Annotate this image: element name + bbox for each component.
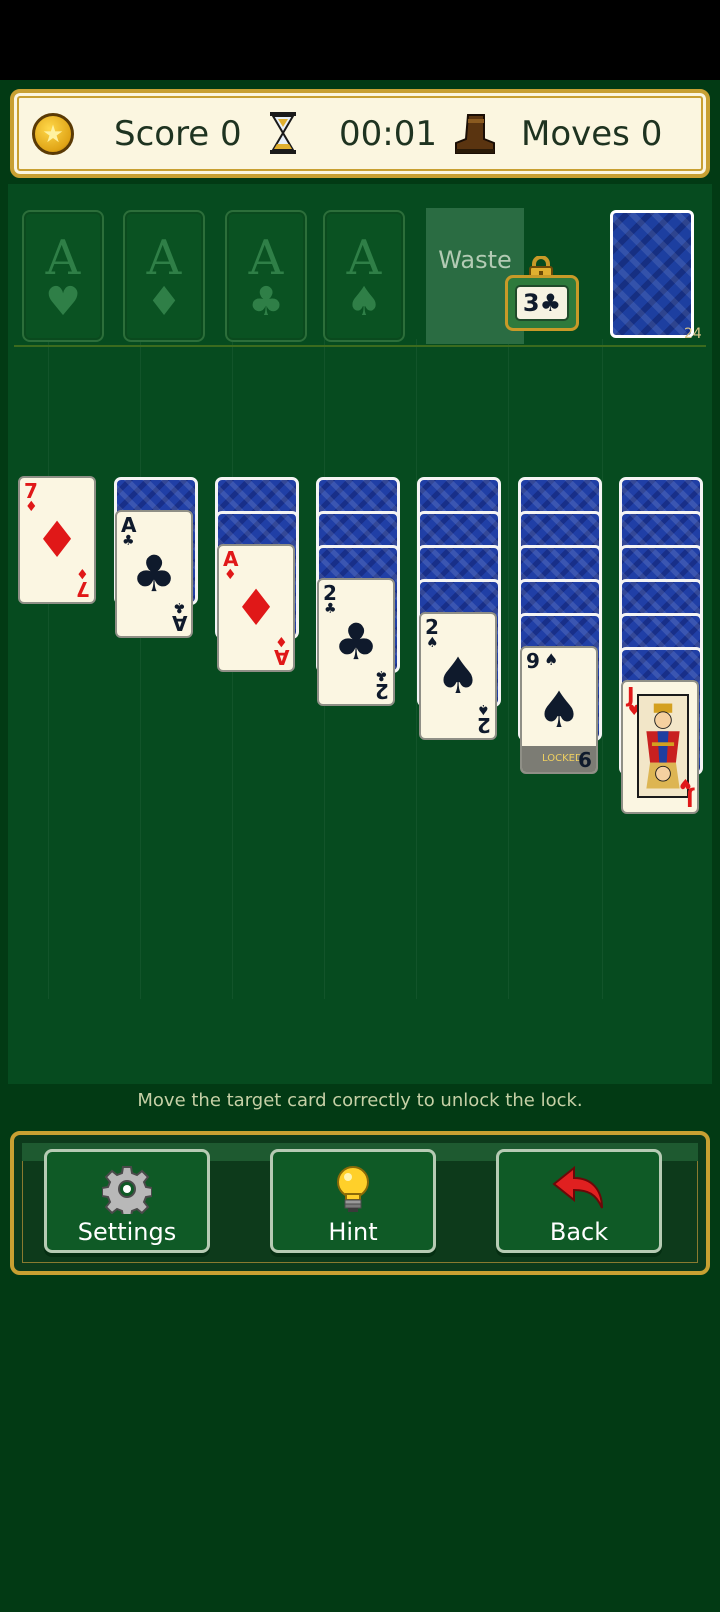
- boot-icon: [455, 114, 495, 154]
- club-icon: ♣: [248, 279, 284, 325]
- heart-icon: ♥: [45, 279, 81, 325]
- foundation-hearts[interactable]: A ♥: [22, 210, 104, 342]
- diamond-icon: ♦: [146, 279, 182, 325]
- undo-arrow-icon: [552, 1165, 603, 1209]
- diamond-icon: ♦: [233, 579, 279, 637]
- settings-label: Settings: [77, 1218, 177, 1246]
- spade-icon: ♠: [435, 647, 481, 705]
- bottom-toolbar: Settings Hint Back: [10, 1131, 710, 1275]
- foundation-letter: A: [346, 230, 382, 286]
- lightbulb-icon: [337, 1166, 369, 1212]
- foundation-letter: A: [248, 230, 284, 286]
- gear-icon: [102, 1166, 152, 1214]
- score-header: ★ Score 0 00:01 Moves 0: [10, 89, 710, 178]
- tableau-card-2-spades[interactable]: 2 ♠ ♠ ♠ 2: [419, 612, 497, 740]
- foundation-letter: A: [146, 230, 182, 286]
- moves-label: Moves 0: [521, 113, 663, 154]
- tableau-card-ace-clubs[interactable]: A ♣ ♣ ♣ A: [115, 510, 193, 638]
- card-rank: 9: [578, 747, 592, 771]
- spade-icon: ♠: [536, 681, 582, 739]
- club-icon: ♣: [333, 613, 379, 671]
- settings-button[interactable]: Settings: [44, 1149, 210, 1253]
- hourglass-icon: [270, 112, 296, 154]
- card-rank: A: [273, 645, 289, 669]
- card-rank: 7: [76, 577, 90, 601]
- tableau-card-ace-diamonds[interactable]: A ♦ ♦ ♦ A: [217, 544, 295, 672]
- spade-icon: ♠: [544, 650, 559, 669]
- card-rank: 2: [477, 713, 491, 737]
- timer-label: 00:01: [339, 113, 437, 154]
- coin-star-icon: ★: [32, 113, 74, 155]
- foundation-letter: A: [45, 230, 81, 286]
- foundation-spades[interactable]: A ♠: [323, 210, 405, 342]
- club-icon: ♣: [131, 545, 177, 603]
- diamond-icon: ♦: [34, 511, 80, 569]
- spade-icon: ♠: [346, 279, 382, 325]
- hint-button[interactable]: Hint: [270, 1149, 436, 1253]
- tableau-card-7-diamonds[interactable]: 7 ♦ ♦ ♦ 7: [18, 476, 96, 604]
- card-rank: A: [171, 611, 187, 635]
- card-rank: 9: [526, 649, 540, 673]
- foundation-diamonds[interactable]: A ♦: [123, 210, 205, 342]
- status-bar: [0, 0, 720, 80]
- score-label: Score 0: [114, 113, 242, 154]
- back-button[interactable]: Back: [496, 1149, 662, 1253]
- divider: [14, 345, 706, 347]
- back-label: Back: [549, 1218, 609, 1246]
- card-rank: J: [685, 787, 693, 811]
- tableau-card-jack-hearts[interactable]: J ♥ ♥ J: [621, 680, 699, 814]
- lock-instruction-text: Move the target card correctly to unlock…: [137, 1090, 583, 1111]
- lock-target-badge: 3♣: [505, 275, 579, 331]
- lock-target-card: 3♣: [515, 285, 569, 321]
- stock-count: 24: [684, 326, 702, 342]
- locked-label: LOCKED: [542, 753, 583, 764]
- hint-label: Hint: [328, 1218, 378, 1246]
- foundation-clubs[interactable]: A ♣: [225, 210, 307, 342]
- stock-pile[interactable]: [610, 210, 694, 338]
- tableau-card-2-clubs[interactable]: 2 ♣ ♣ ♣ 2: [317, 578, 395, 706]
- tableau-card-9-spades-locked[interactable]: 9 ♠ ♠ LOCKED 9: [520, 646, 598, 774]
- card-rank: 2: [375, 679, 389, 703]
